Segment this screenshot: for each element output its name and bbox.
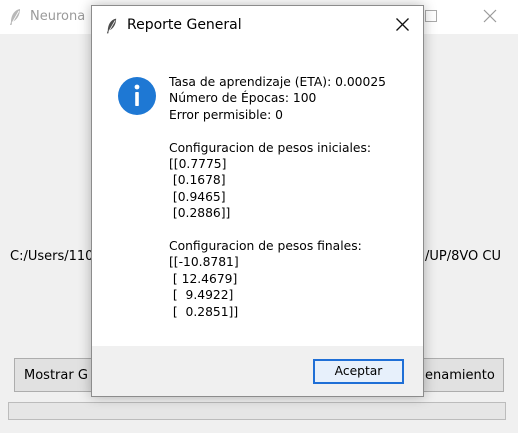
dialog-titlebar: Reporte General xyxy=(92,6,423,44)
maximize-icon[interactable] xyxy=(425,10,437,22)
main-close-icon[interactable] xyxy=(483,9,497,26)
main-window-title: Neurona xyxy=(30,9,86,24)
show-graph-button[interactable]: Mostrar G xyxy=(14,358,96,392)
close-icon[interactable] xyxy=(395,17,410,35)
info-icon xyxy=(117,76,157,116)
report-dialog: Reporte General Tasa de aprendizaje (ETA… xyxy=(91,5,424,397)
file-path-label: C:/Users/110 xyxy=(10,249,94,264)
dialog-footer: Aceptar xyxy=(92,346,423,396)
ok-button[interactable]: Aceptar xyxy=(313,359,404,384)
file-path-label-tail: /UP/8VO CU xyxy=(425,249,502,264)
feather-icon xyxy=(105,17,118,38)
training-button[interactable]: enamiento xyxy=(422,358,504,392)
dialog-title: Reporte General xyxy=(127,17,242,33)
feather-icon xyxy=(8,8,22,29)
report-message: Tasa de aprendizaje (ETA): 0.00025 Númer… xyxy=(169,75,386,319)
progress-bar xyxy=(8,402,506,420)
